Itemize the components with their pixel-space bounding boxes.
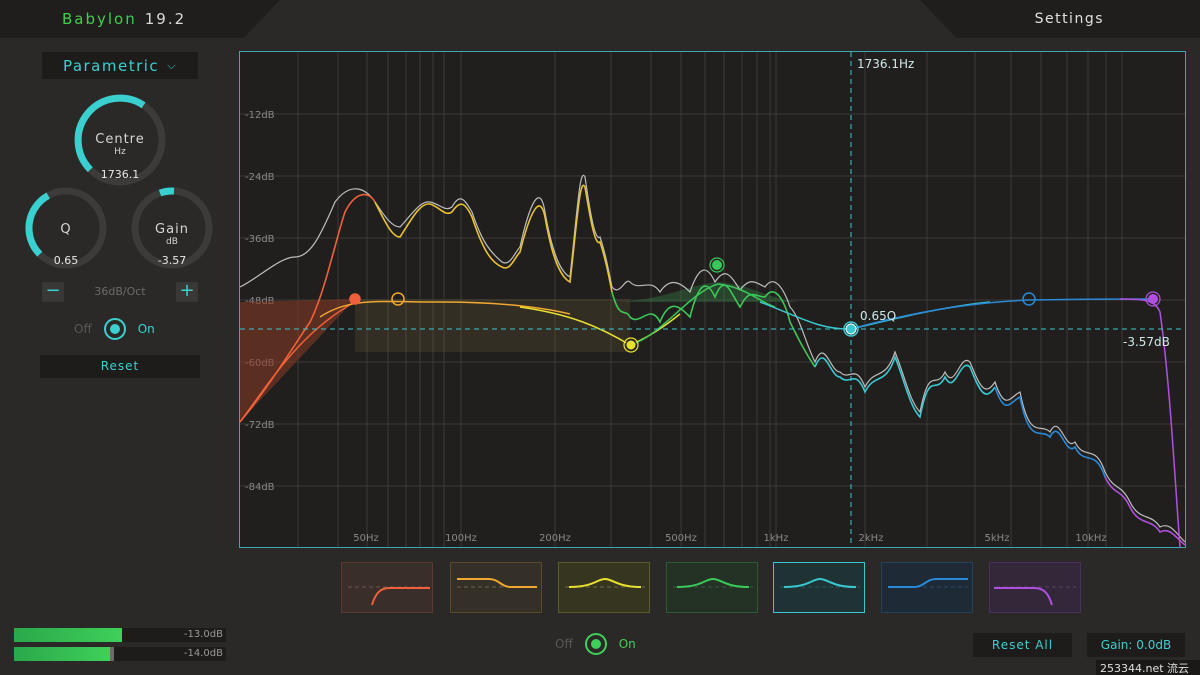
db-label: -72dB — [245, 420, 275, 431]
filter-mode-select[interactable]: Parametric ⌵ — [42, 52, 198, 79]
band7-node[interactable] — [1148, 294, 1158, 304]
frequency-label: 200Hz — [539, 533, 571, 544]
reset-all-button[interactable]: Reset All — [973, 633, 1072, 657]
band2-low-shelf-button[interactable] — [450, 562, 542, 613]
gain-knob-label: Gain — [155, 222, 189, 237]
bell-curve-yellow-icon — [565, 577, 645, 588]
output-gain-display[interactable]: Gain: 0.0dB — [1087, 633, 1185, 657]
app-name: Babylon — [62, 10, 137, 28]
high-cut-curve-icon — [994, 586, 1076, 606]
frequency-label: 2kHz — [859, 533, 884, 544]
frequency-label: 5kHz — [985, 533, 1010, 544]
global-toggle-switch[interactable] — [584, 633, 607, 655]
cursor-gain-readout: -3.57dB — [1123, 335, 1170, 349]
output-meter-right: -14.0dB — [14, 647, 226, 661]
global-toggle-on-label: On — [618, 637, 636, 651]
band-toggle-switch[interactable] — [103, 318, 126, 340]
db-label: -12dB — [245, 110, 275, 121]
db-label: -24dB — [245, 172, 275, 183]
output-meter-left: -13.0dB — [14, 628, 226, 642]
band1-low-cut-button[interactable] — [341, 562, 433, 613]
input-spectrum-line — [240, 174, 1185, 543]
gain-knob[interactable]: Gain dB -3.57 — [130, 186, 214, 270]
band-toggle-off-label: Off — [74, 322, 92, 336]
centre-knob[interactable]: Centre Hz 1736.1 — [72, 92, 168, 188]
band6-curve — [850, 298, 1154, 330]
slope-value: 36dB/Oct — [94, 285, 146, 298]
spectrum-band5-segment — [814, 354, 996, 419]
band4-bell-button[interactable] — [666, 562, 758, 613]
low-cut-curve-icon — [348, 586, 430, 606]
meter-fill-left — [14, 628, 122, 642]
spectrum-band2-3-segment — [374, 184, 613, 293]
frequency-label: 100Hz — [445, 533, 477, 544]
settings-button[interactable]: Settings — [1035, 11, 1104, 27]
slope-increase-button[interactable]: + — [176, 282, 198, 302]
band-enable-toggle[interactable]: Off On — [74, 318, 155, 340]
cursor-frequency-readout: 1736.1Hz — [857, 57, 914, 71]
eq-graph-canvas[interactable]: -12dB-24dB-36dB-48dB-60dB-72dB-84dB 50Hz… — [240, 52, 1185, 547]
band5-node[interactable] — [845, 323, 857, 335]
band6-high-shelf-button[interactable] — [881, 562, 973, 613]
meter-value-left: -13.0dB — [183, 629, 223, 640]
centre-knob-value: 1736.1 — [100, 168, 140, 181]
band6-node[interactable] — [1022, 292, 1036, 306]
band5-bell-button[interactable] — [773, 562, 865, 613]
frequency-label: 50Hz — [353, 533, 379, 544]
eq-plugin-window: Babylon 19.2 Settings Parametric ⌵ Centre… — [0, 0, 1200, 675]
band4-node[interactable] — [712, 260, 722, 270]
band-region-shade — [355, 299, 630, 352]
cursor-q-readout: 0.65Q — [860, 309, 896, 323]
global-toggle-off-label: Off — [555, 637, 573, 651]
frequency-label: 1kHz — [764, 533, 789, 544]
q-knob-value: 0.65 — [53, 254, 79, 267]
q-knob[interactable]: Q 0.65 — [24, 186, 108, 270]
eq-graph[interactable]: -12dB-24dB-36dB-48dB-60dB-72dB-84dB 50Hz… — [239, 51, 1186, 548]
band3-bell-button[interactable] — [558, 562, 650, 613]
band3-node[interactable] — [625, 339, 637, 351]
meter-fill-right — [14, 647, 110, 661]
chevron-down-icon: ⌵ — [167, 58, 178, 72]
centre-knob-unit: Hz — [114, 147, 126, 157]
app-version: 19.2 — [144, 10, 187, 28]
bell-curve-green-icon — [673, 577, 753, 588]
gain-knob-value: -3.57 — [157, 254, 187, 267]
global-enable-toggle[interactable]: Off On — [555, 633, 636, 655]
q-knob-label: Q — [60, 222, 72, 237]
reset-band-button[interactable]: Reset — [40, 355, 200, 378]
meter-value-right: -14.0dB — [183, 648, 223, 659]
band-toggle-on-label: On — [137, 322, 155, 336]
band7-high-cut-button[interactable] — [989, 562, 1081, 613]
filter-mode-value: Parametric — [62, 56, 160, 75]
db-label: -84dB — [245, 482, 275, 493]
band-toggle-dot — [109, 324, 120, 334]
watermark: 253344.net 流云高飞 — [1096, 660, 1200, 675]
band1-node[interactable] — [349, 293, 361, 305]
db-label: -36dB — [245, 234, 275, 245]
gain-knob-unit: dB — [166, 237, 178, 247]
high-shelf-curve-icon — [888, 578, 968, 588]
app-title: Babylon 19.2 — [62, 10, 186, 28]
meter-peak-right — [110, 647, 114, 661]
low-shelf-curve-icon — [457, 578, 537, 588]
frequency-scale-labels: 50Hz 100Hz 200Hz 500Hz 1kHz 2kHz 5kHz 10kHz — [353, 533, 1106, 544]
frequency-label: 10kHz — [1075, 533, 1106, 544]
slope-decrease-button[interactable]: − — [42, 282, 64, 302]
bell-curve-cyan-icon — [780, 577, 860, 588]
slope-control: − 36dB/Oct + — [42, 282, 198, 302]
centre-knob-label: Centre — [95, 132, 145, 147]
frequency-label: 500Hz — [665, 533, 697, 544]
global-toggle-dot — [590, 639, 601, 649]
